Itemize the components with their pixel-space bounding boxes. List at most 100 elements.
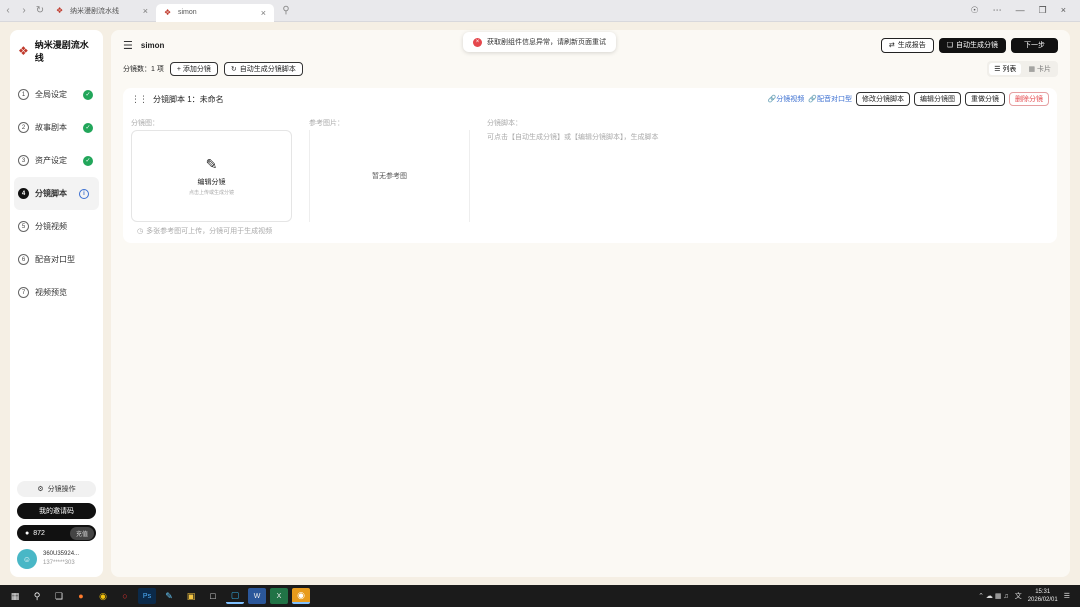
step-label: 全局设定 — [35, 90, 67, 99]
dub-link[interactable]: 🔗配音对口型 — [808, 94, 852, 104]
reference-image-area[interactable]: 暂无参考图 — [309, 130, 470, 222]
auto-script-button[interactable]: ↻ 自动生成分镜脚本 — [223, 62, 303, 76]
project-title: simon — [140, 40, 165, 50]
view-card-tab[interactable]: ▦ 卡片 — [1023, 63, 1056, 75]
browser-tab-0[interactable]: ❖ 纳米漫剧流水线 × — [48, 2, 156, 20]
window-controls: ☉ ⋯ — ❐ × — [971, 5, 1080, 16]
search-icon[interactable]: ⚲ — [28, 588, 46, 604]
step-storyboard-script[interactable]: 4 分镜脚本 i — [14, 177, 99, 210]
window-close-icon[interactable]: × — [1061, 5, 1066, 16]
auto-generate-label: 自动生成分镜 — [956, 42, 998, 49]
app-logo-icon: ❖ — [56, 5, 64, 15]
search-icon[interactable]: ⚲ — [278, 3, 294, 19]
file-icon[interactable]: □ — [204, 588, 222, 604]
wechat-icon[interactable]: ◉ — [292, 588, 310, 604]
dub-label: 配音对口型 — [817, 96, 852, 103]
credits-value: 872 — [33, 529, 45, 537]
view-list-label: 列表 — [1002, 66, 1017, 73]
auto-generate-button[interactable]: ❏ 自动生成分镜 — [938, 37, 1006, 53]
app-red-icon[interactable]: ○ — [116, 588, 134, 604]
step-label: 资产设定 — [35, 156, 67, 165]
step-global-settings[interactable]: 1 全局设定 ✓ — [10, 78, 103, 111]
view-list-tab[interactable]: ☰ 列表 — [989, 63, 1022, 75]
globe-icon[interactable]: ☉ — [971, 5, 979, 16]
shot-card-title: 分镜脚本 1：未命名 — [153, 94, 224, 104]
shot-script-placeholder: 可点击【自动生成分镜】或【编辑分镜脚本】，生成脚本 — [487, 134, 659, 141]
error-icon: × — [473, 37, 482, 47]
start-icon[interactable]: ▦ — [6, 588, 24, 604]
shot-toolbar: 分镜数：1 项 + 添加分镜 ↻ 自动生成分镜脚本 ☰ 列表 ▦ 卡片 — [111, 60, 1070, 78]
clock-icon: ◷ — [137, 228, 144, 235]
shot-card-actions: 🔗分镜视频 🔗配音对口型 修改分镜脚本 编辑分镜图 重做分镜 删除分镜 — [768, 92, 1049, 106]
edit-shot-subtitle: 点击上传或生成分镜 — [188, 190, 234, 196]
word-icon[interactable]: W — [248, 588, 266, 604]
step-story-script[interactable]: 2 故事剧本 ✓ — [10, 111, 103, 144]
next-step-button[interactable]: 下一步 — [1011, 37, 1058, 53]
check-icon: ✓ — [83, 155, 93, 166]
excel-icon[interactable]: X — [270, 588, 288, 604]
shot-image-label: 分镜图： — [131, 120, 159, 127]
edit-script-button[interactable]: 修改分镜脚本 — [856, 92, 910, 106]
chrome-icon[interactable]: ◉ — [94, 588, 112, 604]
close-icon[interactable]: × — [261, 8, 266, 18]
brand[interactable]: ❖ 纳米漫剧流水线 — [10, 30, 103, 72]
step-video-preview[interactable]: 7 视频预览 — [10, 276, 103, 309]
firefox-icon[interactable]: ● — [72, 588, 90, 604]
reload-icon[interactable]: ↻ — [32, 3, 48, 19]
notification-icon[interactable]: ☰ — [1064, 592, 1070, 600]
clock[interactable]: 15:31 2026/02/01 — [1028, 588, 1058, 604]
step-number: 4 — [18, 188, 29, 199]
redeem-label: 我的邀请码 — [39, 508, 74, 515]
tab-label: simon — [178, 9, 197, 16]
step-label: 视频预览 — [35, 288, 67, 297]
toast-message: 获取剧组件信息异常，请刷新页面重试 — [487, 39, 606, 46]
drag-handle-icon[interactable]: ⋮⋮ — [131, 94, 148, 105]
regen-shot-button[interactable]: 重做分镜 — [965, 92, 1005, 106]
generate-report-button[interactable]: ⇄ 生成报告 — [880, 37, 934, 53]
folder-icon[interactable]: ▣ — [182, 588, 200, 604]
tray-icons[interactable]: ⌃ ☁ ▦ ♫ — [978, 592, 1009, 600]
shot-ops-label: 分镜操作 — [47, 486, 76, 493]
input-method-icon[interactable]: 文 — [1015, 591, 1022, 601]
step-dubbing-lipsync[interactable]: 6 配音对口型 — [10, 243, 103, 276]
add-shot-button[interactable]: + 添加分镜 — [169, 62, 218, 76]
forward-icon[interactable]: › — [16, 3, 32, 19]
sidebar-bottom: ⚙ 分镜操作 我的邀请码 ● 872 充值 ☺ 360U35924... 137… — [17, 481, 96, 569]
recharge-button[interactable]: 充值 — [69, 526, 94, 540]
shot-count: 分镜数：1 项 — [123, 66, 164, 73]
menu-icon[interactable]: ☰ — [123, 39, 133, 52]
task-view-icon[interactable]: ❏ — [50, 588, 68, 604]
back-icon[interactable]: ‹ — [0, 3, 16, 19]
avatar[interactable]: ☺ — [17, 549, 37, 569]
step-asset-settings[interactable]: 3 资产设定 ✓ — [10, 144, 103, 177]
maximize-icon[interactable]: ❐ — [1039, 5, 1047, 16]
brand-name: 纳米漫剧流水线 — [34, 40, 89, 63]
shot-video-link[interactable]: 🔗分镜视频 — [768, 94, 805, 104]
monitor-icon[interactable]: ▢ — [226, 588, 244, 604]
shot-image-upload[interactable]: ✎ 编辑分镜 点击上传或生成分镜 — [131, 130, 292, 222]
more-icon[interactable]: ⋯ — [993, 5, 1002, 16]
step-number: 7 — [18, 287, 29, 298]
user-phone: 137*****303 — [43, 560, 75, 566]
pen-app-icon[interactable]: ✎ — [160, 588, 178, 604]
user-profile[interactable]: ☺ 360U35924... 137*****303 — [17, 549, 96, 569]
browser-chrome: ‹ › ↻ ❖ 纳米漫剧流水线 × ❖ simon × ⚲ ☉ ⋯ — ❐ × — [0, 0, 1080, 22]
redeem-button[interactable]: 我的邀请码 — [17, 503, 96, 519]
step-storyboard-video[interactable]: 5 分镜视频 — [10, 210, 103, 243]
check-icon: ✓ — [83, 122, 93, 133]
footer-hint: ◷ 多张参考图可上传，分镜可用于生成视频 — [137, 226, 272, 236]
step-list: 1 全局设定 ✓ 2 故事剧本 ✓ 3 资产设定 ✓ 4 分镜脚本 i 5 分镜 — [10, 78, 103, 309]
coin-icon: ● — [25, 529, 30, 537]
minimize-icon[interactable]: — — [1016, 5, 1025, 16]
auto-script-label: 自动生成分镜脚本 — [239, 66, 296, 73]
delete-shot-button[interactable]: 删除分镜 — [1009, 92, 1049, 106]
step-label: 配音对口型 — [35, 255, 75, 264]
step-number: 3 — [18, 155, 29, 166]
close-icon[interactable]: × — [143, 6, 148, 16]
step-label: 分镜脚本 — [35, 189, 67, 198]
photoshop-icon[interactable]: Ps — [138, 588, 156, 604]
sidebar: ❖ 纳米漫剧流水线 1 全局设定 ✓ 2 故事剧本 ✓ 3 资产设定 ✓ 4 分… — [10, 30, 103, 577]
shot-ops-button[interactable]: ⚙ 分镜操作 — [17, 481, 96, 497]
browser-tab-1[interactable]: ❖ simon × — [156, 3, 274, 22]
edit-image-button[interactable]: 编辑分镜图 — [914, 92, 961, 106]
